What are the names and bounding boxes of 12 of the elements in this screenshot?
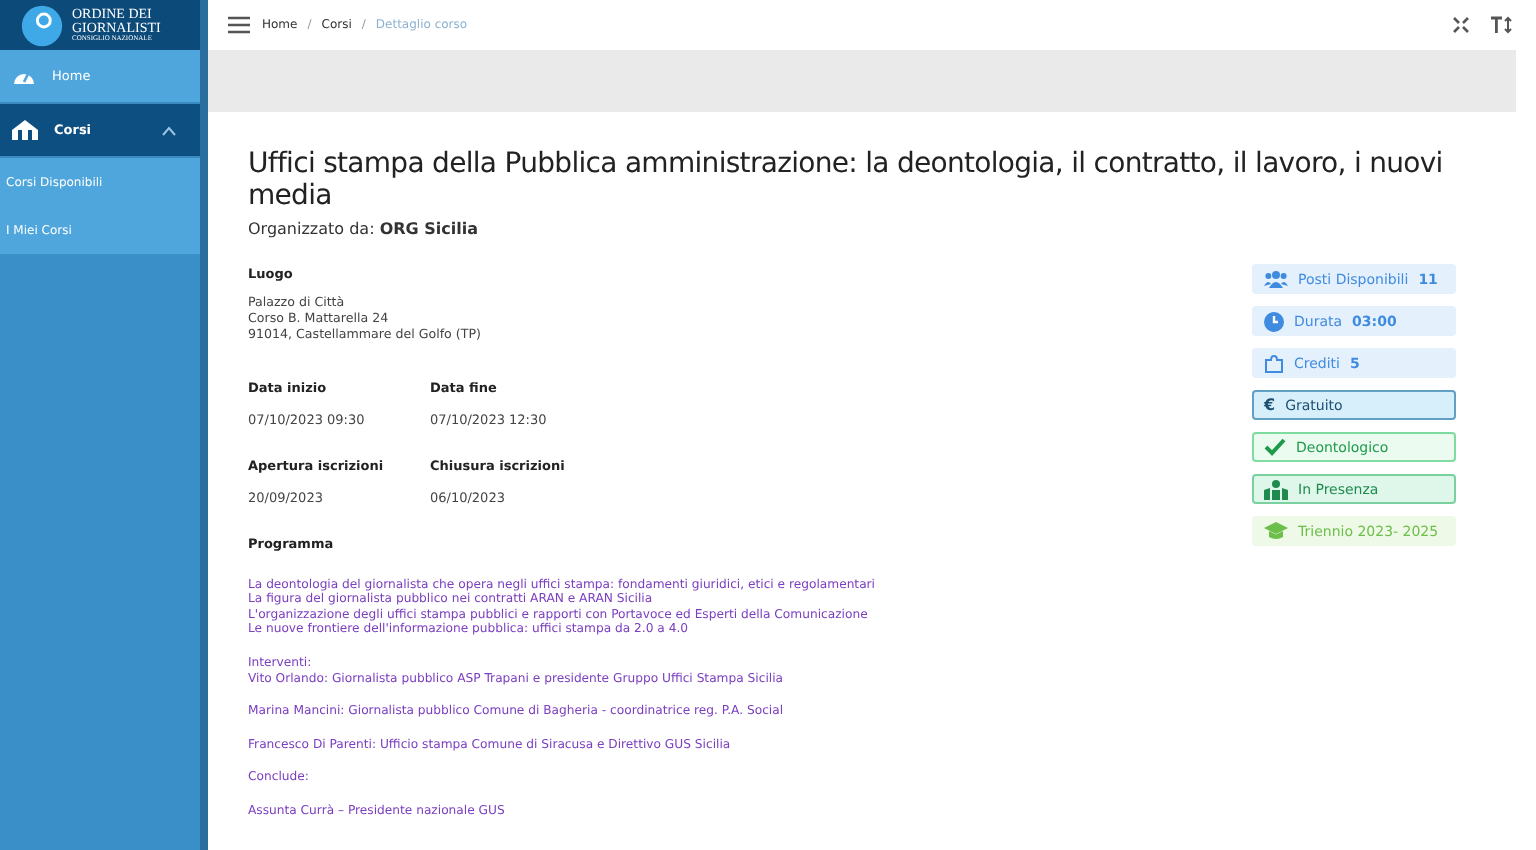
course-title: Uffici stampa della Pubblica amministrazione: la deontologia, il contratto, il lavoro, i nuovi media [248, 148, 1445, 212]
check-icon [1264, 438, 1286, 456]
clock-icon [1264, 311, 1284, 331]
collapse-icon[interactable] [1452, 16, 1470, 34]
people-icon [1264, 270, 1288, 288]
menu-icon[interactable] [228, 16, 250, 34]
building-icon [12, 120, 38, 140]
currency-symbol: € [1264, 396, 1276, 414]
logo-icon [20, 3, 64, 47]
text-size-icon[interactable] [1490, 16, 1512, 34]
organizer-text: Organizzato da: ORG Sicilia [248, 220, 480, 238]
graduation-cap-icon [1264, 522, 1288, 540]
